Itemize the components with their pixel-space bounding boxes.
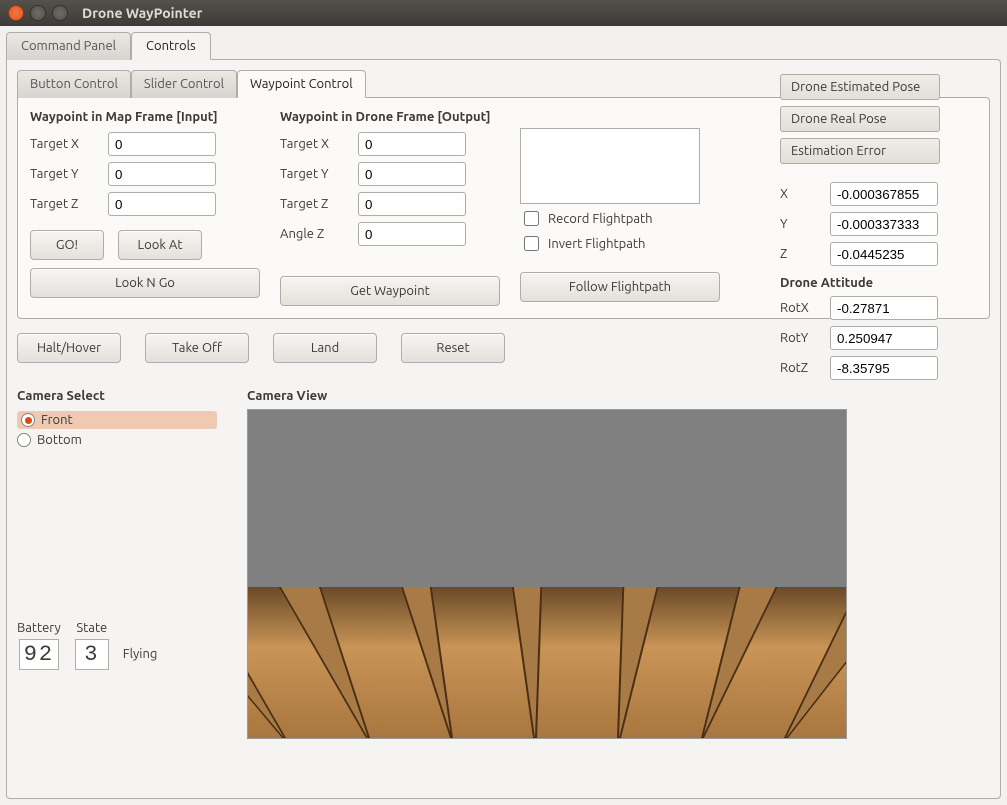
- camera-front-label: Front: [41, 413, 73, 427]
- rotz-label: RotZ: [780, 361, 820, 375]
- map-frame-title: Waypoint in Map Frame [Input]: [30, 110, 260, 124]
- battery-label: Battery: [17, 621, 61, 635]
- record-flightpath-label: Record Flightpath: [548, 212, 653, 226]
- look-n-go-button[interactable]: Look N Go: [30, 268, 260, 298]
- get-waypoint-button[interactable]: Get Waypoint: [280, 276, 500, 306]
- radio-icon: [17, 433, 31, 447]
- tab-command-panel[interactable]: Command Panel: [6, 32, 131, 60]
- pose-y-value[interactable]: [830, 212, 938, 236]
- pose-y-label: Y: [780, 217, 820, 231]
- drone-target-z-output[interactable]: [358, 192, 466, 216]
- rotx-value[interactable]: [830, 296, 938, 320]
- drone-target-x-label: Target X: [280, 137, 350, 151]
- tab-slider-control[interactable]: Slider Control: [131, 70, 237, 98]
- camera-select-title: Camera Select: [17, 389, 217, 403]
- map-target-z-input[interactable]: [108, 192, 216, 216]
- drone-target-z-label: Target Z: [280, 197, 350, 211]
- rotz-value[interactable]: [830, 356, 938, 380]
- take-off-button[interactable]: Take Off: [145, 333, 249, 363]
- drone-target-x-output[interactable]: [358, 132, 466, 156]
- state-number: 3: [75, 639, 109, 670]
- roty-label: RotY: [780, 331, 820, 345]
- pose-z-value[interactable]: [830, 242, 938, 266]
- radio-icon: [21, 413, 35, 427]
- land-button[interactable]: Land: [273, 333, 377, 363]
- window-title: Drone WayPointer: [82, 5, 202, 21]
- reset-button[interactable]: Reset: [401, 333, 505, 363]
- look-at-button[interactable]: Look At: [118, 230, 202, 260]
- tab-button-control[interactable]: Button Control: [17, 70, 131, 98]
- camera-bottom-radio[interactable]: Bottom: [17, 433, 217, 447]
- camera-bottom-label: Bottom: [37, 433, 82, 447]
- map-target-y-label: Target Y: [30, 167, 100, 181]
- drone-frame-title: Waypoint in Drone Frame [Output]: [280, 110, 500, 124]
- battery-value: 92: [19, 639, 59, 670]
- invert-flightpath-label: Invert Flightpath: [548, 237, 645, 251]
- invert-flightpath-checkbox[interactable]: [524, 236, 539, 251]
- titlebar: Drone WayPointer: [0, 0, 1007, 26]
- pose-z-label: Z: [780, 247, 820, 261]
- map-target-z-label: Target Z: [30, 197, 100, 211]
- tab-waypoint-control[interactable]: Waypoint Control: [237, 70, 366, 98]
- record-flightpath-checkbox[interactable]: [524, 211, 539, 226]
- drone-estimated-pose-button[interactable]: Drone Estimated Pose: [780, 74, 940, 100]
- camera-view-title: Camera View: [247, 389, 990, 403]
- estimation-error-button[interactable]: Estimation Error: [780, 138, 940, 164]
- tab-controls[interactable]: Controls: [131, 32, 211, 60]
- go-button[interactable]: GO!: [30, 230, 104, 260]
- drone-angle-z-label: Angle Z: [280, 227, 350, 241]
- minimize-icon[interactable]: [30, 5, 46, 21]
- close-icon[interactable]: [8, 5, 24, 21]
- maximize-icon[interactable]: [52, 5, 68, 21]
- drone-target-y-output[interactable]: [358, 162, 466, 186]
- drone-angle-z-output[interactable]: [358, 222, 466, 246]
- pose-x-value[interactable]: [830, 182, 938, 206]
- flightpath-textarea[interactable]: [520, 128, 700, 204]
- halt-hover-button[interactable]: Halt/Hover: [17, 333, 121, 363]
- camera-view-canvas: [247, 409, 847, 739]
- map-target-y-input[interactable]: [108, 162, 216, 186]
- pose-x-label: X: [780, 187, 820, 201]
- drone-target-y-label: Target Y: [280, 167, 350, 181]
- drone-attitude-title: Drone Attitude: [780, 276, 982, 290]
- roty-value[interactable]: [830, 326, 938, 350]
- map-target-x-label: Target X: [30, 137, 100, 151]
- camera-front-radio[interactable]: Front: [17, 411, 217, 429]
- follow-flightpath-button[interactable]: Follow Flightpath: [520, 272, 720, 302]
- map-target-x-input[interactable]: [108, 132, 216, 156]
- state-label: State: [76, 621, 107, 635]
- rotx-label: RotX: [780, 301, 820, 315]
- state-text: Flying: [123, 647, 158, 661]
- drone-real-pose-button[interactable]: Drone Real Pose: [780, 106, 940, 132]
